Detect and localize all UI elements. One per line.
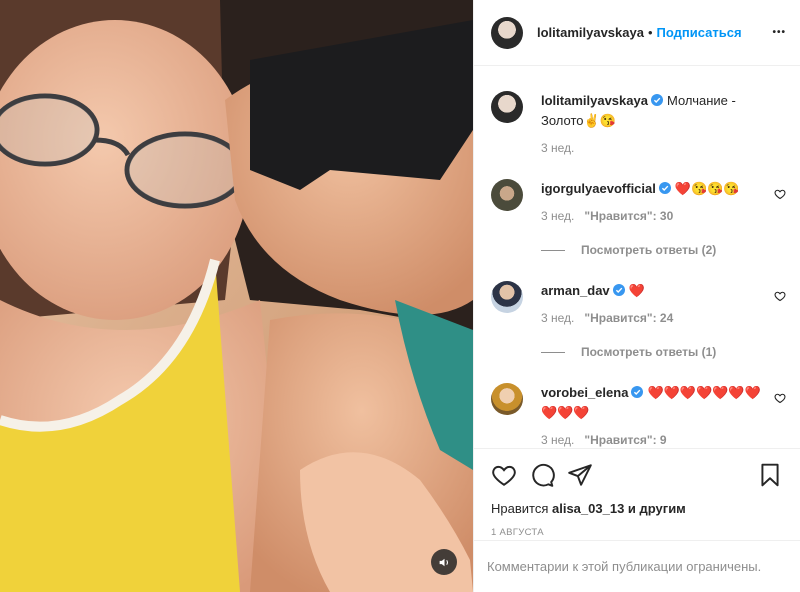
commenter-username[interactable]: igorgulyaevofficial [541,181,656,196]
share-paper-plane-icon[interactable] [567,462,593,488]
post-caption: lolitamilyavskaya Молчание - Золото✌️😘 3 … [491,67,786,155]
header-separator: • [647,25,653,40]
verified-badge-icon [658,182,671,194]
commenter-avatar[interactable] [491,179,523,211]
caption-username[interactable]: lolitamilyavskaya [541,93,648,108]
likes-others-link[interactable]: и другим [628,501,686,516]
replies-divider [541,249,565,251]
comment-likes[interactable]: "Нравится": 30 [584,209,673,223]
post-media[interactable] [0,0,473,592]
comment-item: igorgulyaevofficial ❤️😘😘😘 3 нед. "Нравитс… [491,155,786,257]
comments-limited-notice: Комментарии к этой публикации ограничены… [474,540,800,592]
post-date[interactable]: 1 августа [491,527,783,538]
like-heart-icon[interactable] [491,462,517,488]
comment-text: ❤️ [628,283,645,298]
verified-badge-icon [612,284,625,296]
comment-item: vorobei_elena ❤️❤️❤️❤️❤️❤️❤️❤️❤️❤️ 3 нед.… [491,359,786,447]
like-comment-heart-icon[interactable] [774,188,786,200]
comment-text: ❤️😘😘😘 [674,181,740,196]
like-comment-heart-icon[interactable] [774,290,786,302]
comment-likes[interactable]: "Нравится": 24 [584,311,673,325]
action-icons [491,461,783,489]
post-side-panel: lolitamilyavskaya • Подписаться ••• loli… [473,0,800,592]
caption-avatar[interactable] [491,91,523,123]
comment-time[interactable]: 3 нед. [541,209,574,223]
comment-bubble-icon[interactable] [529,462,555,488]
replies-divider [541,351,565,353]
like-comment-heart-icon[interactable] [774,392,786,404]
comment-likes[interactable]: "Нравится": 9 [584,433,666,447]
commenter-username[interactable]: vorobei_elena [541,385,628,400]
verified-badge-icon [650,94,663,106]
post-actions: Нравится alisa_03_13 и другим 1 августа [474,448,800,538]
more-options-icon[interactable]: ••• [772,27,786,38]
view-replies-label: Посмотреть ответы (2) [581,243,717,257]
commenter-avatar[interactable] [491,383,523,415]
view-replies-button[interactable]: Посмотреть ответы (1) [541,345,786,359]
author-username[interactable]: lolitamilyavskaya [537,25,644,40]
commenter-username[interactable]: arman_dav [541,283,610,298]
post-photo [0,0,473,592]
caption-time[interactable]: 3 нед. [541,141,574,155]
comment-item: arman_dav ❤️ 3 нед. "Нравится": 24 Посмот… [491,257,786,359]
commenter-avatar[interactable] [491,281,523,313]
comment-time[interactable]: 3 нед. [541,311,574,325]
speaker-icon [439,558,448,566]
author-avatar[interactable] [491,16,523,49]
verified-badge-icon [631,386,644,398]
likes-summary: Нравится alisa_03_13 и другим [491,501,783,516]
post-header: lolitamilyavskaya • Подписаться ••• [474,0,800,66]
comments-list[interactable]: lolitamilyavskaya Молчание - Золото✌️😘 3 … [474,67,800,448]
sound-toggle-button[interactable] [431,549,457,575]
view-replies-label: Посмотреть ответы (1) [581,345,717,359]
comment-time[interactable]: 3 нед. [541,433,574,447]
likes-prefix: Нравится [491,501,549,516]
follow-button[interactable]: Подписаться [657,25,742,40]
save-bookmark-icon[interactable] [757,462,783,488]
view-replies-button[interactable]: Посмотреть ответы (2) [541,243,786,257]
instagram-post: lolitamilyavskaya • Подписаться ••• loli… [0,0,800,592]
likes-user-link[interactable]: alisa_03_13 [552,501,624,516]
